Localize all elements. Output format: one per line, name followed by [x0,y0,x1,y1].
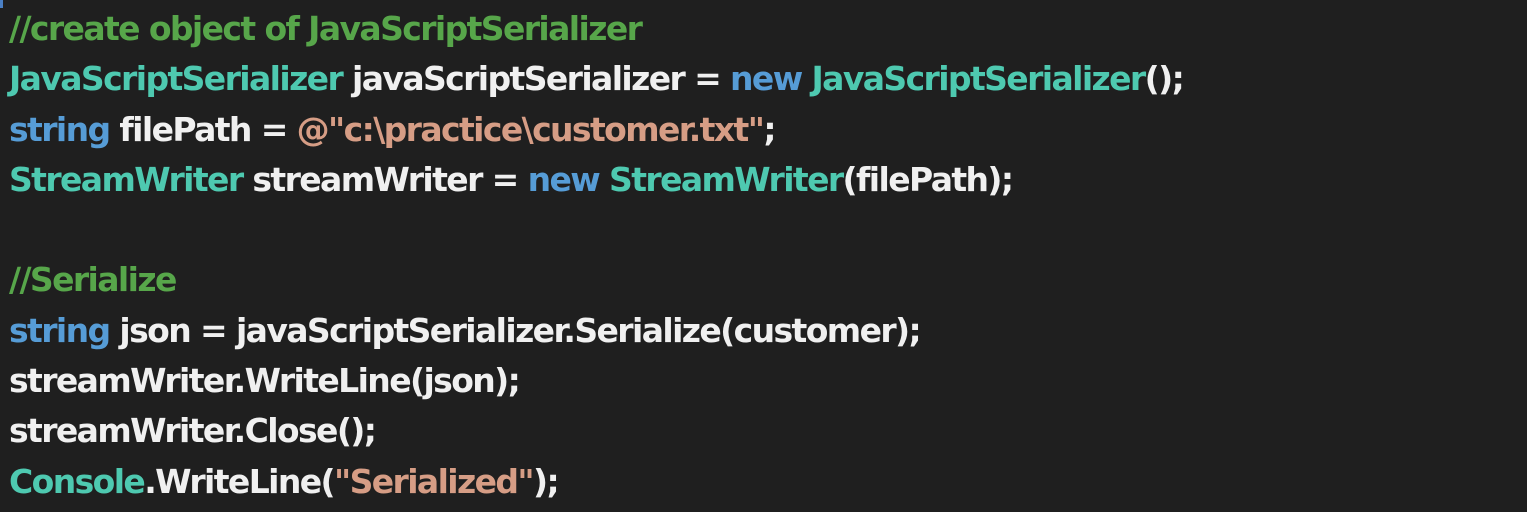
code-token-type: JavaScriptSerializer [9,59,344,99]
code-line[interactable]: streamWriter.Close(); [9,406,1527,456]
code-token-plain: filePath = [109,109,297,149]
code-token-string: "Serialized" [334,461,535,501]
code-token-string: @"c:\practice\customer.txt" [296,109,765,149]
code-token-plain: (filePath); [842,159,1015,199]
code-line[interactable]: JavaScriptSerializer javaScriptSerialize… [9,54,1527,104]
code-token-plain: javaScriptSerializer = [342,59,731,99]
code-token-plain: ; [763,109,776,149]
code-line[interactable]: StreamWriter streamWriter = new StreamWr… [9,155,1527,205]
code-token-keyword: string [9,109,111,149]
code-editor[interactable]: //create object of JavaScriptSerializer J… [0,0,1527,512]
code-token-plain: streamWriter = [242,159,528,199]
code-token-comment: //Serialize [9,260,177,300]
code-token-type: StreamWriter [9,159,244,199]
code-token-plain: streamWriter.Close(); [9,411,377,451]
code-line[interactable]: //Serialize [9,255,1527,305]
code-token-keyword: new [730,59,803,99]
code-token-plain: (); [1144,59,1185,99]
code-token-plain: streamWriter.WriteLine(json); [9,361,521,401]
code-line[interactable] [9,205,1527,255]
code-token-type: StreamWriter [609,159,844,199]
code-token-keyword: new [527,159,601,199]
code-line[interactable]: string filePath = @"c:\practice\customer… [9,105,1527,155]
code-token-plain: ); [533,461,560,501]
code-line[interactable]: string json = javaScriptSerializer.Seria… [9,306,1527,356]
code-token-type: Console [9,461,146,501]
code-token-comment: //create object of JavaScriptSerializer [9,9,643,48]
code-line[interactable]: streamWriter.WriteLine(json); [9,356,1527,406]
code-token-type: JavaScriptSerializer [811,59,1146,99]
code-line[interactable]: Console.WriteLine("Serialized"); [9,457,1527,507]
code-token-plain: json = javaScriptSerializer.Serialize(cu… [109,310,921,350]
code-token-plain: .WriteLine( [144,461,335,501]
code-line[interactable]: //create object of JavaScriptSerializer [9,4,1527,54]
code-token-keyword: string [9,310,111,350]
